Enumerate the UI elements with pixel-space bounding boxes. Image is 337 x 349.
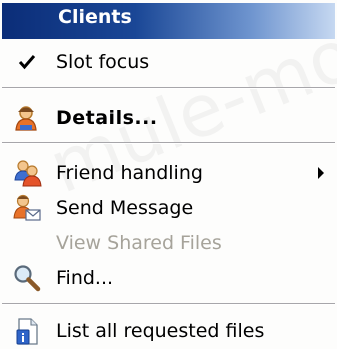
menu-item-find[interactable]: Find... (0, 261, 337, 295)
menu-item-slot-focus[interactable]: Slot focus (0, 45, 337, 79)
check-icon (18, 55, 36, 70)
menu-item-send-message[interactable]: Send Message (0, 191, 337, 225)
menu-item-label: Slot focus (56, 51, 150, 73)
menu-item-label: Friend handling (56, 162, 203, 184)
menu-item-label: View Shared Files (56, 232, 222, 254)
menu-separator (2, 303, 335, 305)
context-menu: mule-mod Clients Slot focus Details... F… (0, 0, 337, 349)
menu-item-label: Find... (56, 267, 114, 289)
menu-item-list-requested-files[interactable]: List all requested files (0, 314, 337, 348)
menu-item-friend-handling[interactable]: Friend handling (0, 156, 337, 190)
menu-item-label: Send Message (56, 197, 194, 219)
menu-separator (2, 142, 335, 144)
send-message-icon (13, 194, 41, 221)
friends-icon (14, 160, 42, 187)
menu-item-label: List all requested files (56, 320, 265, 342)
menu-header: Clients (2, 3, 335, 39)
menu-separator (2, 87, 335, 89)
submenu-arrow-icon (318, 167, 324, 179)
menu-item-details[interactable]: Details... (0, 101, 337, 135)
menu-item-label: Details... (56, 107, 158, 129)
menu-header-title: Clients (58, 6, 132, 28)
file-list-icon (16, 318, 38, 345)
menu-item-view-shared-files: View Shared Files (0, 226, 337, 260)
magnifier-icon (14, 265, 41, 292)
user-details-icon (15, 106, 37, 131)
